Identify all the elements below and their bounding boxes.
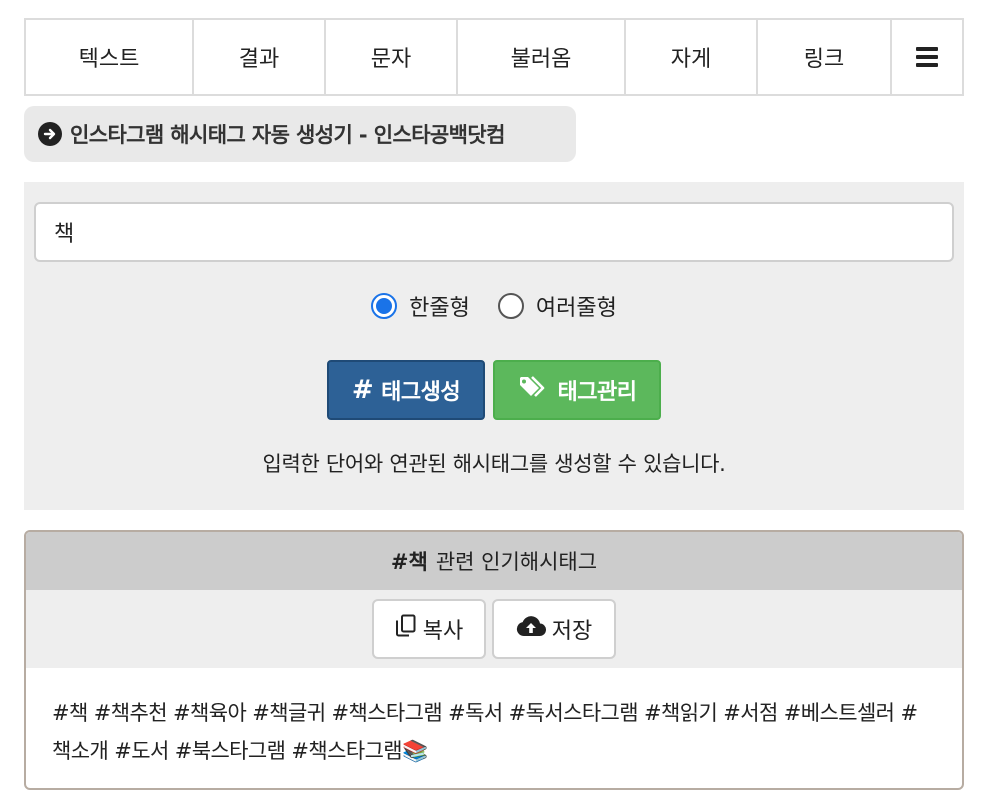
hash-icon: # [351, 375, 374, 405]
generator-panel: 한줄형 여러줄형 # 태그생성 태그관리 입력한 단어와 연관된 해시태그를 생… [24, 182, 964, 510]
manage-tags-label: 태그관리 [557, 380, 637, 405]
save-label: 저장 [551, 619, 593, 644]
nav-item-board[interactable]: 자게 [626, 20, 758, 94]
radio-button-checked[interactable] [371, 293, 398, 319]
nav-item-char[interactable]: 문자 [326, 20, 458, 94]
radio-label: 한줄형 [409, 296, 470, 321]
nav-item-label: 텍스트 [78, 47, 140, 72]
nav-item-label: 불러옴 [510, 47, 572, 72]
helper-text: 입력한 단어와 연관된 해시태그를 생성할 수 있습니다. [262, 452, 726, 476]
result-heading-text: 관련 인기해시태그 [435, 550, 598, 574]
nav-item-label: 링크 [803, 47, 845, 72]
copy-icon [395, 614, 417, 644]
generate-tags-label: 태그생성 [381, 380, 461, 405]
radio-label: 여러줄형 [535, 296, 617, 321]
radio-single-line[interactable]: 한줄형 [371, 290, 470, 322]
page-title-pill: 인스타그램 해시태그 자동 생성기 - 인스타공백닷컴 [24, 106, 576, 162]
radio-button[interactable] [497, 293, 524, 319]
arrow-right-circle-icon [38, 122, 62, 146]
nav-item-text[interactable]: 텍스트 [26, 20, 194, 94]
radio-multi-line[interactable]: 여러줄형 [497, 290, 617, 322]
menu-button[interactable] [892, 20, 962, 94]
nav-item-label: 결과 [238, 47, 280, 72]
nav-item-link[interactable]: 링크 [758, 20, 892, 94]
result-keyword-tag: #책 [390, 550, 428, 574]
result-toolbar: 복사 저장 [26, 590, 962, 668]
save-button[interactable]: 저장 [492, 599, 616, 659]
nav-item-result[interactable]: 결과 [194, 20, 326, 94]
nav-item-label: 자게 [670, 47, 712, 72]
keyword-input[interactable] [34, 202, 954, 262]
page-title: 인스타그램 해시태그 자동 생성기 - 인스타공백닷컴 [70, 123, 505, 147]
result-panel: #책 관련 인기해시태그 복사 저장 #책 #책추천 #책육아 #책글귀 #책스… [24, 530, 964, 790]
copy-label: 복사 [422, 619, 464, 644]
nav-item-load[interactable]: 불러옴 [458, 20, 626, 94]
cloud-upload-icon [516, 615, 546, 643]
copy-button[interactable]: 복사 [372, 599, 486, 659]
nav-item-label: 문자 [370, 47, 412, 72]
manage-tags-button[interactable]: 태그관리 [493, 360, 661, 420]
hashtag-result-text: #책 #책추천 #책육아 #책글귀 #책스타그램 #독서 #독서스타그램 #책읽… [52, 701, 918, 763]
tags-icon [518, 375, 550, 405]
top-nav: 텍스트 결과 문자 불러옴 자게 링크 [24, 18, 964, 96]
result-heading: #책 관련 인기해시태그 [26, 532, 962, 590]
action-buttons: # 태그생성 태그관리 [24, 360, 964, 420]
format-radio-group: 한줄형 여러줄형 [24, 290, 964, 322]
generate-tags-button[interactable]: # 태그생성 [327, 360, 485, 420]
hamburger-menu-icon [916, 47, 938, 67]
